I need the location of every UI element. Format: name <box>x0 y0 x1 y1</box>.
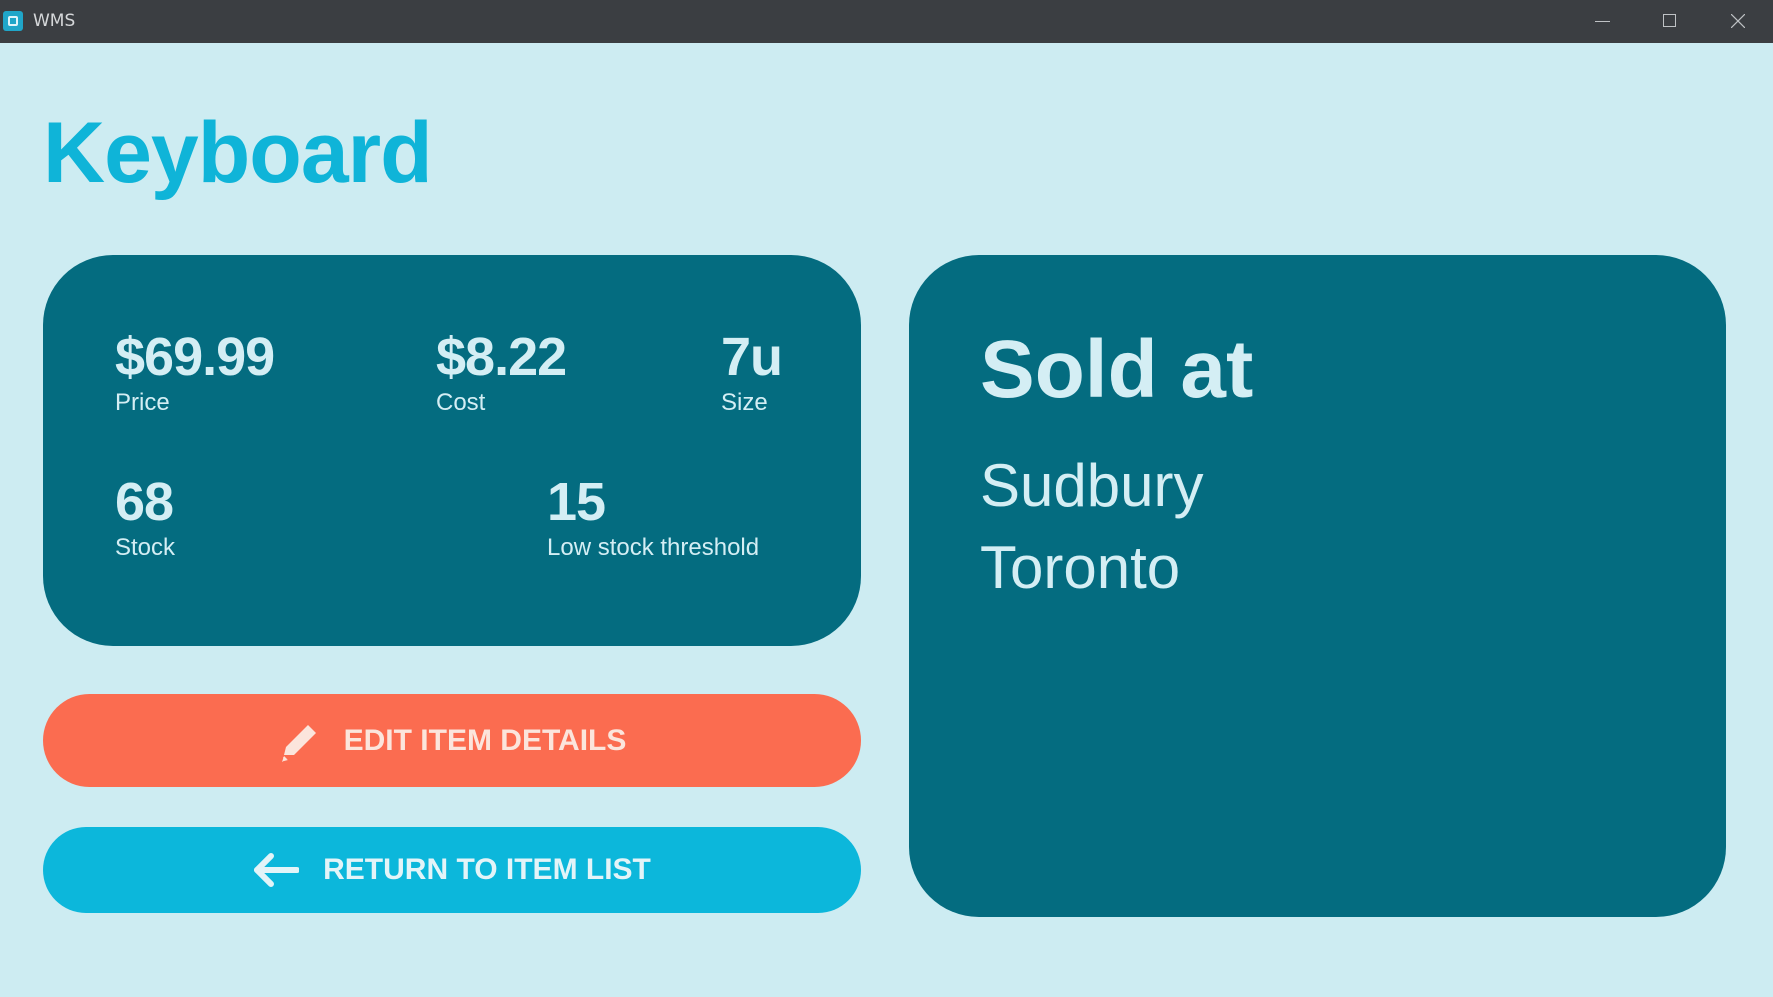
close-button[interactable] <box>1704 0 1772 43</box>
maximize-button[interactable] <box>1636 0 1704 43</box>
stock-label: Stock <box>115 534 176 561</box>
size-value: 7u <box>721 327 783 387</box>
pencil-icon <box>278 719 320 763</box>
stock-value: 68 <box>115 472 174 532</box>
item-stats-card: $69.99 Price $8.22 Cost 7u Size 68 Stock… <box>43 255 861 646</box>
cost-value: $8.22 <box>436 327 567 387</box>
stock-stat: 68 Stock <box>115 470 175 562</box>
sold-at-title: Sold at <box>980 324 1254 415</box>
threshold-stat: 15 Low stock threshold <box>547 470 759 562</box>
arrow-left-icon <box>253 853 300 887</box>
window-titlebar: WMS <box>0 0 1773 43</box>
minimize-button[interactable] <box>1568 0 1636 43</box>
sold-at-list: Sudbury Toronto <box>980 445 1203 609</box>
sold-at-card: Sold at Sudbury Toronto <box>909 255 1726 917</box>
threshold-label: Low stock threshold <box>547 534 760 561</box>
app-icon <box>3 11 23 31</box>
return-to-list-button[interactable]: RETURN TO ITEM LIST <box>43 827 861 913</box>
return-to-list-label: RETURN TO ITEM LIST <box>323 853 651 886</box>
threshold-value: 15 <box>547 472 606 532</box>
location-item: Toronto <box>980 534 1181 601</box>
edit-item-label: EDIT ITEM DETAILS <box>343 723 627 757</box>
size-label: Size <box>721 389 768 416</box>
cost-label: Cost <box>436 389 486 416</box>
price-label: Price <box>115 389 170 416</box>
close-icon <box>1731 14 1745 28</box>
size-stat: 7u Size <box>721 325 783 417</box>
page-title: Keyboard <box>43 105 433 201</box>
price-stat: $69.99 Price <box>115 325 275 417</box>
location-item: Sudbury <box>980 452 1204 519</box>
edit-item-button[interactable]: EDIT ITEM DETAILS <box>43 694 861 787</box>
window-title: WMS <box>33 11 76 31</box>
price-value: $69.99 <box>115 327 275 387</box>
cost-stat: $8.22 Cost <box>436 325 567 417</box>
